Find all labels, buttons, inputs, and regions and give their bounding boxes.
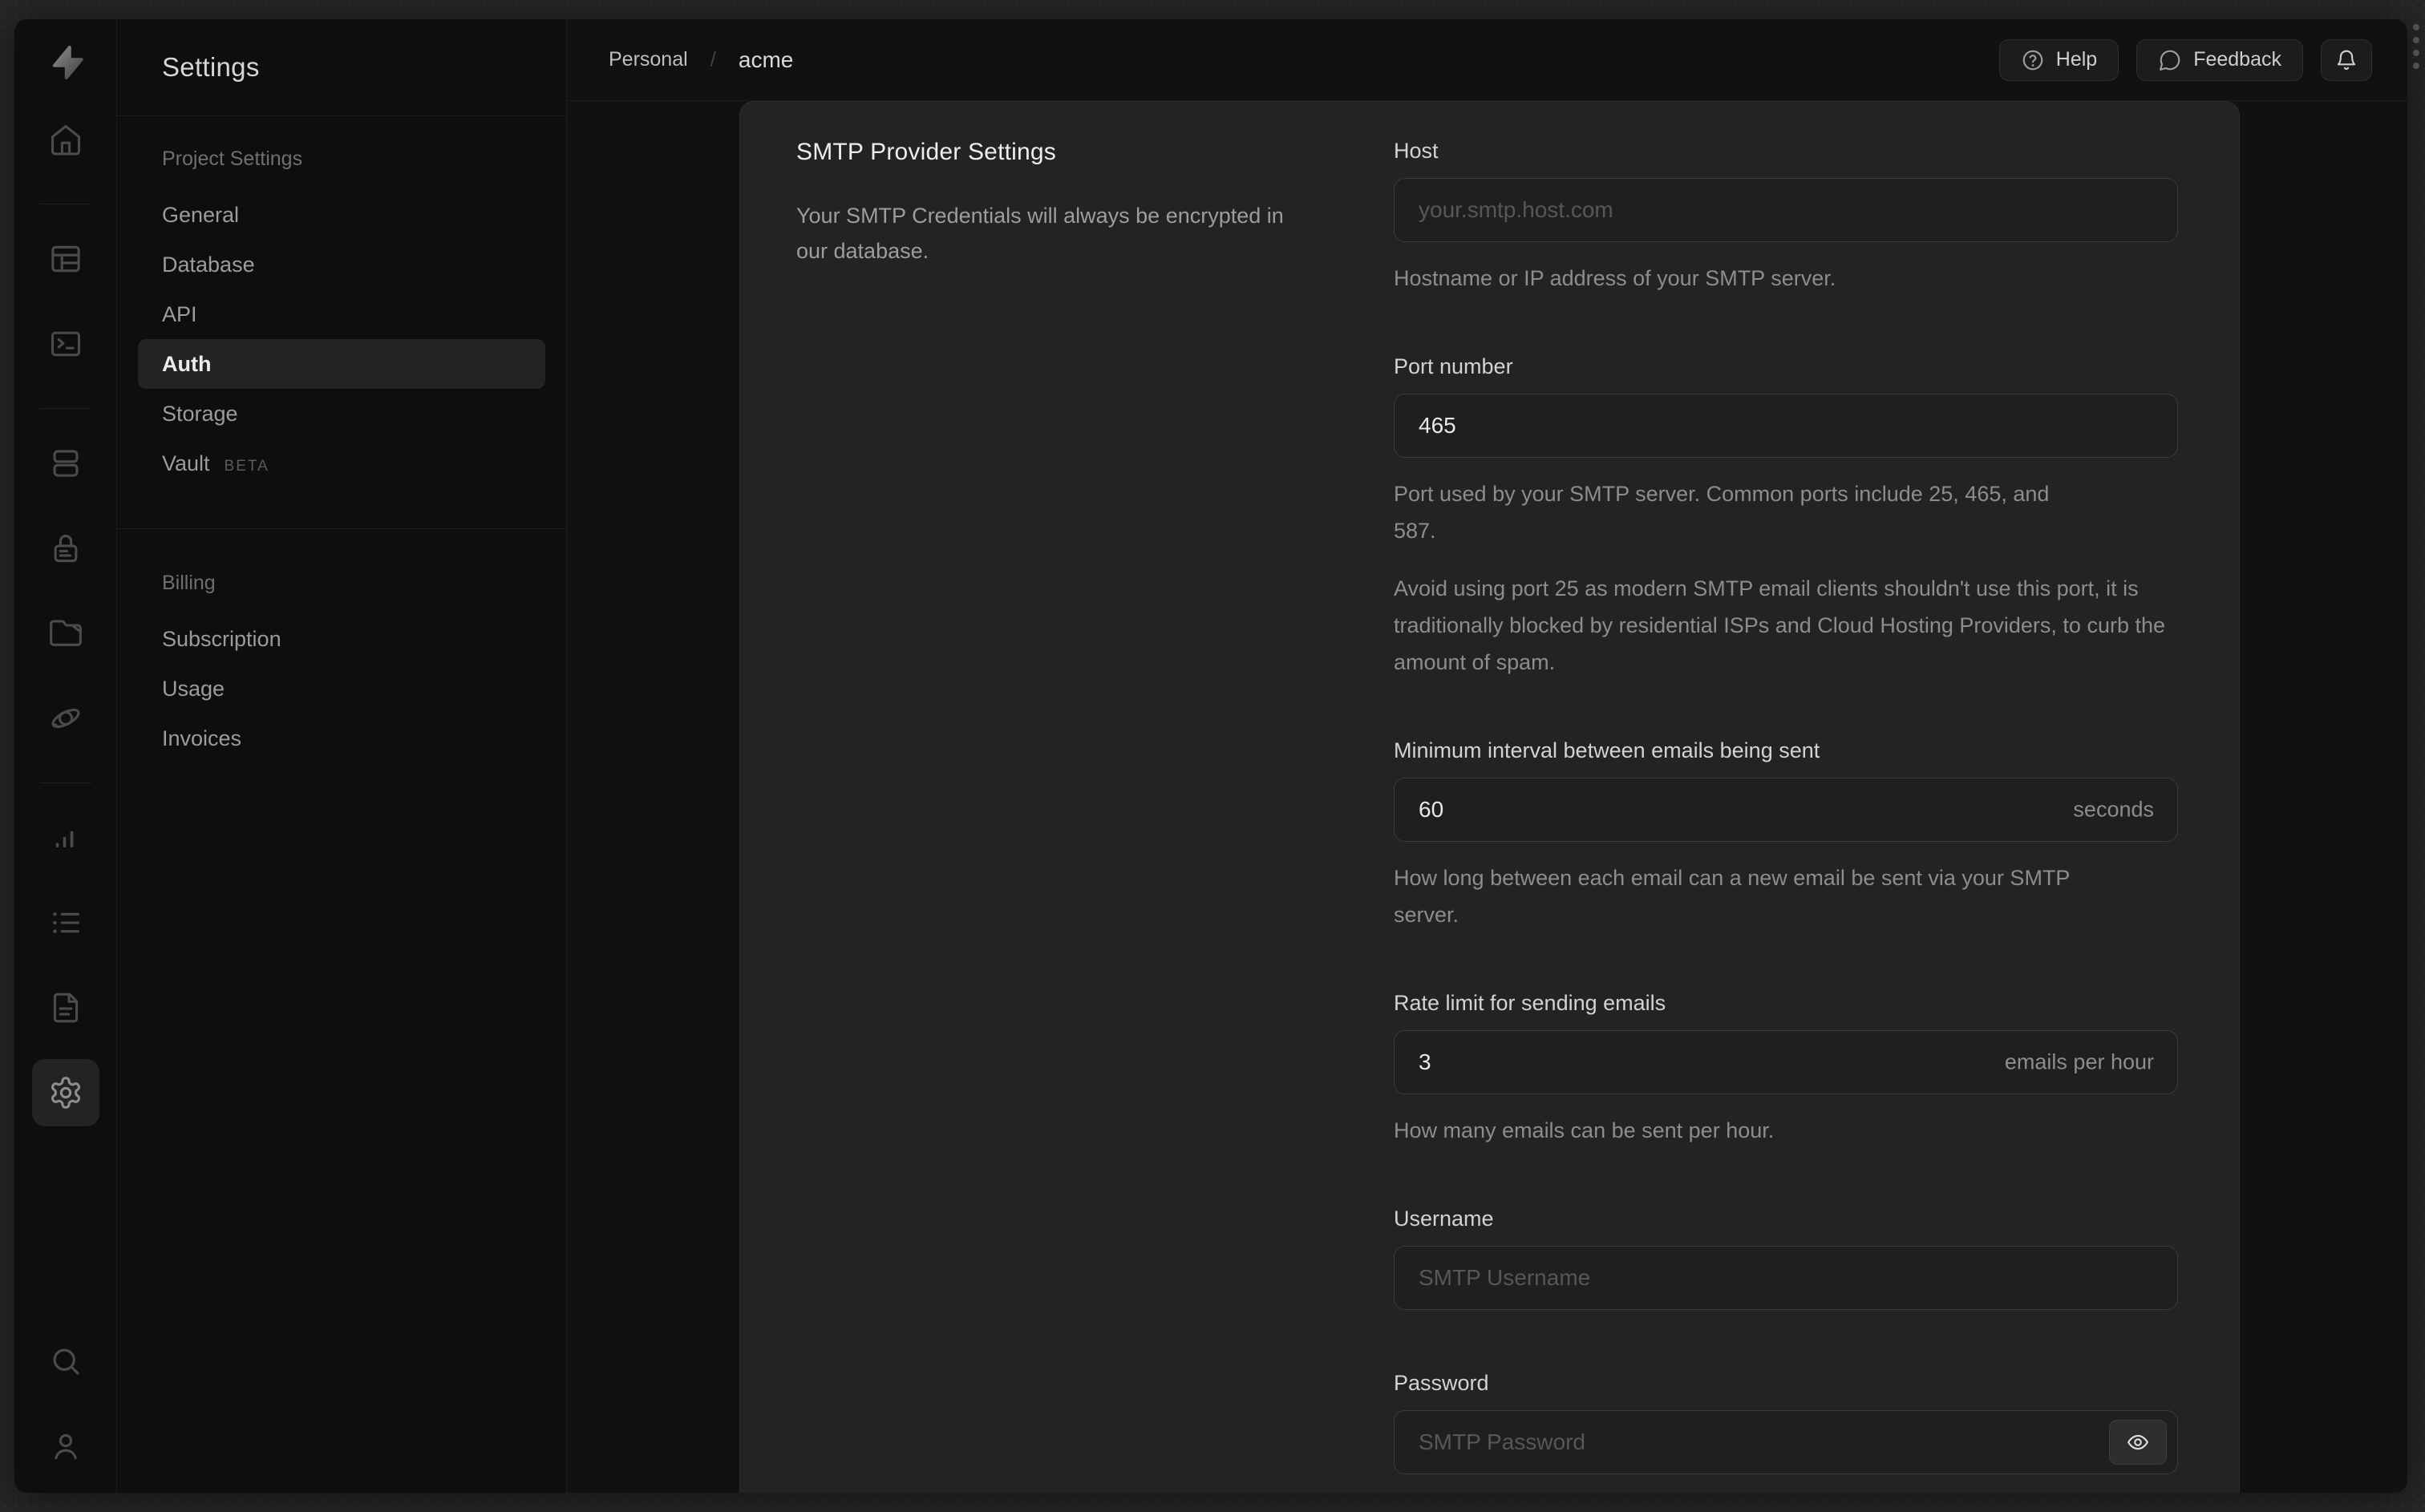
supabase-logo-button[interactable] xyxy=(32,30,99,95)
sidebar-item-subscription[interactable]: Subscription xyxy=(117,614,566,664)
sidebar-item-usage[interactable]: Usage xyxy=(117,664,566,714)
rail-storage-button[interactable] xyxy=(32,600,99,667)
table-icon xyxy=(51,245,80,273)
bell-icon xyxy=(2337,50,2356,70)
host-helper: Hostname or IP address of your SMTP serv… xyxy=(1394,266,1836,290)
settings-sidebar: Settings Project Settings General Databa… xyxy=(117,19,567,1493)
speech-bubble-icon xyxy=(2160,50,2180,71)
rate-limit-helper: How many emails can be sent per hour. xyxy=(1394,1118,1775,1142)
panel-intro: SMTP Provider Settings Your SMTP Credent… xyxy=(796,139,1394,1493)
main-area: Personal / acme Help Feedback SMTP Provi… xyxy=(567,19,2407,1493)
password-field-group: Password xyxy=(1394,1371,2178,1474)
sidebar-header: Settings xyxy=(117,19,566,116)
rail-logs-button[interactable] xyxy=(32,889,99,956)
sidebar-list: Subscription Usage Invoices xyxy=(117,614,566,763)
beta-badge: BETA xyxy=(224,458,269,475)
bar-chart-icon xyxy=(55,831,73,848)
divider xyxy=(39,408,91,409)
sidebar-section-billing: Billing xyxy=(162,572,216,594)
username-field-group: Username xyxy=(1394,1207,2178,1310)
rail-auth-button[interactable] xyxy=(32,515,99,582)
sidebar-nav: Project Settings General Database API Au… xyxy=(117,116,566,763)
orbit-icon xyxy=(51,708,79,729)
rate-limit-input[interactable] xyxy=(1394,1030,2178,1094)
port-label: Port number xyxy=(1394,354,1513,378)
help-button[interactable]: Help xyxy=(1998,38,2119,81)
file-text-icon xyxy=(53,993,78,1023)
database-icon xyxy=(53,450,78,477)
terminal-icon xyxy=(51,331,80,357)
folder-icon xyxy=(49,620,82,646)
host-field-group: Host Hostname or IP address of your SMTP… xyxy=(1394,139,2178,297)
sidebar-section-project-settings: Project Settings xyxy=(162,148,303,170)
app-window: Settings Project Settings General Databa… xyxy=(14,19,2407,1493)
reveal-password-button[interactable] xyxy=(2109,1420,2167,1465)
nav-rail xyxy=(14,19,117,1493)
sidebar-item-api[interactable]: API xyxy=(117,289,566,339)
user-icon xyxy=(54,1433,77,1460)
supabase-logo-icon xyxy=(52,45,83,80)
lock-icon xyxy=(54,534,77,563)
sidebar-list: General Database API Auth Storage Vault B… xyxy=(117,190,566,488)
sidebar-item-storage[interactable]: Storage xyxy=(117,389,566,439)
port-helper: Port used by your SMTP server. Common po… xyxy=(1394,482,2050,543)
username-label: Username xyxy=(1394,1207,1494,1231)
sidebar-item-auth[interactable]: Auth xyxy=(138,339,545,389)
rail-account-button[interactable] xyxy=(32,1413,99,1480)
host-label: Host xyxy=(1394,139,1439,163)
panel-description: Your SMTP Credentials will always be enc… xyxy=(796,204,1284,263)
interval-input[interactable] xyxy=(1394,778,2178,842)
rail-sql-editor-button[interactable] xyxy=(32,310,99,378)
sidebar-item-database[interactable]: Database xyxy=(117,240,566,289)
sidebar-item-general[interactable]: General xyxy=(117,190,566,240)
notifications-button[interactable] xyxy=(2321,38,2372,81)
rate-limit-field-group: Rate limit for sending emails emails per… xyxy=(1394,991,2178,1149)
rail-search-button[interactable] xyxy=(32,1328,99,1395)
smtp-settings-panel: SMTP Provider Settings Your SMTP Credent… xyxy=(739,101,2240,1493)
rail-table-editor-button[interactable] xyxy=(32,225,99,293)
rail-project-settings-button[interactable] xyxy=(31,1059,99,1126)
divider xyxy=(39,782,91,783)
help-circle-icon xyxy=(2022,50,2043,70)
port-note: Avoid using port 25 as modern SMTP email… xyxy=(1394,576,2166,674)
page-title: Settings xyxy=(162,52,260,82)
content-area: SMTP Provider Settings Your SMTP Credent… xyxy=(567,101,2407,1493)
rail-database-button[interactable] xyxy=(32,430,99,497)
page-scrollbar[interactable] xyxy=(2413,24,2419,69)
interval-field-group: Minimum interval between emails being se… xyxy=(1394,738,2178,933)
breadcrumb-org[interactable]: Personal xyxy=(609,48,688,71)
rail-docs-button[interactable] xyxy=(32,974,99,1041)
rail-edge-functions-button[interactable] xyxy=(32,685,99,752)
divider xyxy=(117,528,566,529)
panel-title: SMTP Provider Settings xyxy=(796,139,1056,165)
eye-icon xyxy=(2127,1434,2148,1450)
username-input[interactable] xyxy=(1394,1246,2178,1310)
host-input[interactable] xyxy=(1394,178,2178,242)
search-icon xyxy=(53,1348,79,1375)
screen: Settings Project Settings General Databa… xyxy=(0,0,2425,1512)
breadcrumb-project[interactable]: acme xyxy=(739,47,793,73)
home-icon xyxy=(51,124,80,156)
sidebar-item-invoices[interactable]: Invoices xyxy=(117,714,566,763)
password-input[interactable] xyxy=(1394,1410,2178,1474)
topbar: Personal / acme Help Feedback xyxy=(567,19,2407,101)
breadcrumb-separator: / xyxy=(710,47,716,71)
topbar-actions: Help Feedback xyxy=(1998,38,2372,81)
smtp-form: Host Hostname or IP address of your SMTP… xyxy=(1394,139,2178,1493)
interval-helper: How long between each email can a new em… xyxy=(1394,866,2070,927)
gear-icon xyxy=(51,1077,80,1109)
password-label: Password xyxy=(1394,1371,1489,1395)
port-field-group: Port number Port used by your SMTP serve… xyxy=(1394,354,2178,681)
rate-limit-label: Rate limit for sending emails xyxy=(1394,991,1666,1015)
rail-home-button[interactable] xyxy=(32,106,99,173)
interval-label: Minimum interval between emails being se… xyxy=(1394,738,1820,762)
sidebar-item-vault[interactable]: Vault BETA xyxy=(117,439,566,488)
port-input[interactable] xyxy=(1394,394,2178,458)
list-icon xyxy=(52,912,79,933)
feedback-button[interactable]: Feedback xyxy=(2136,38,2303,81)
rail-reports-button[interactable] xyxy=(32,804,99,871)
